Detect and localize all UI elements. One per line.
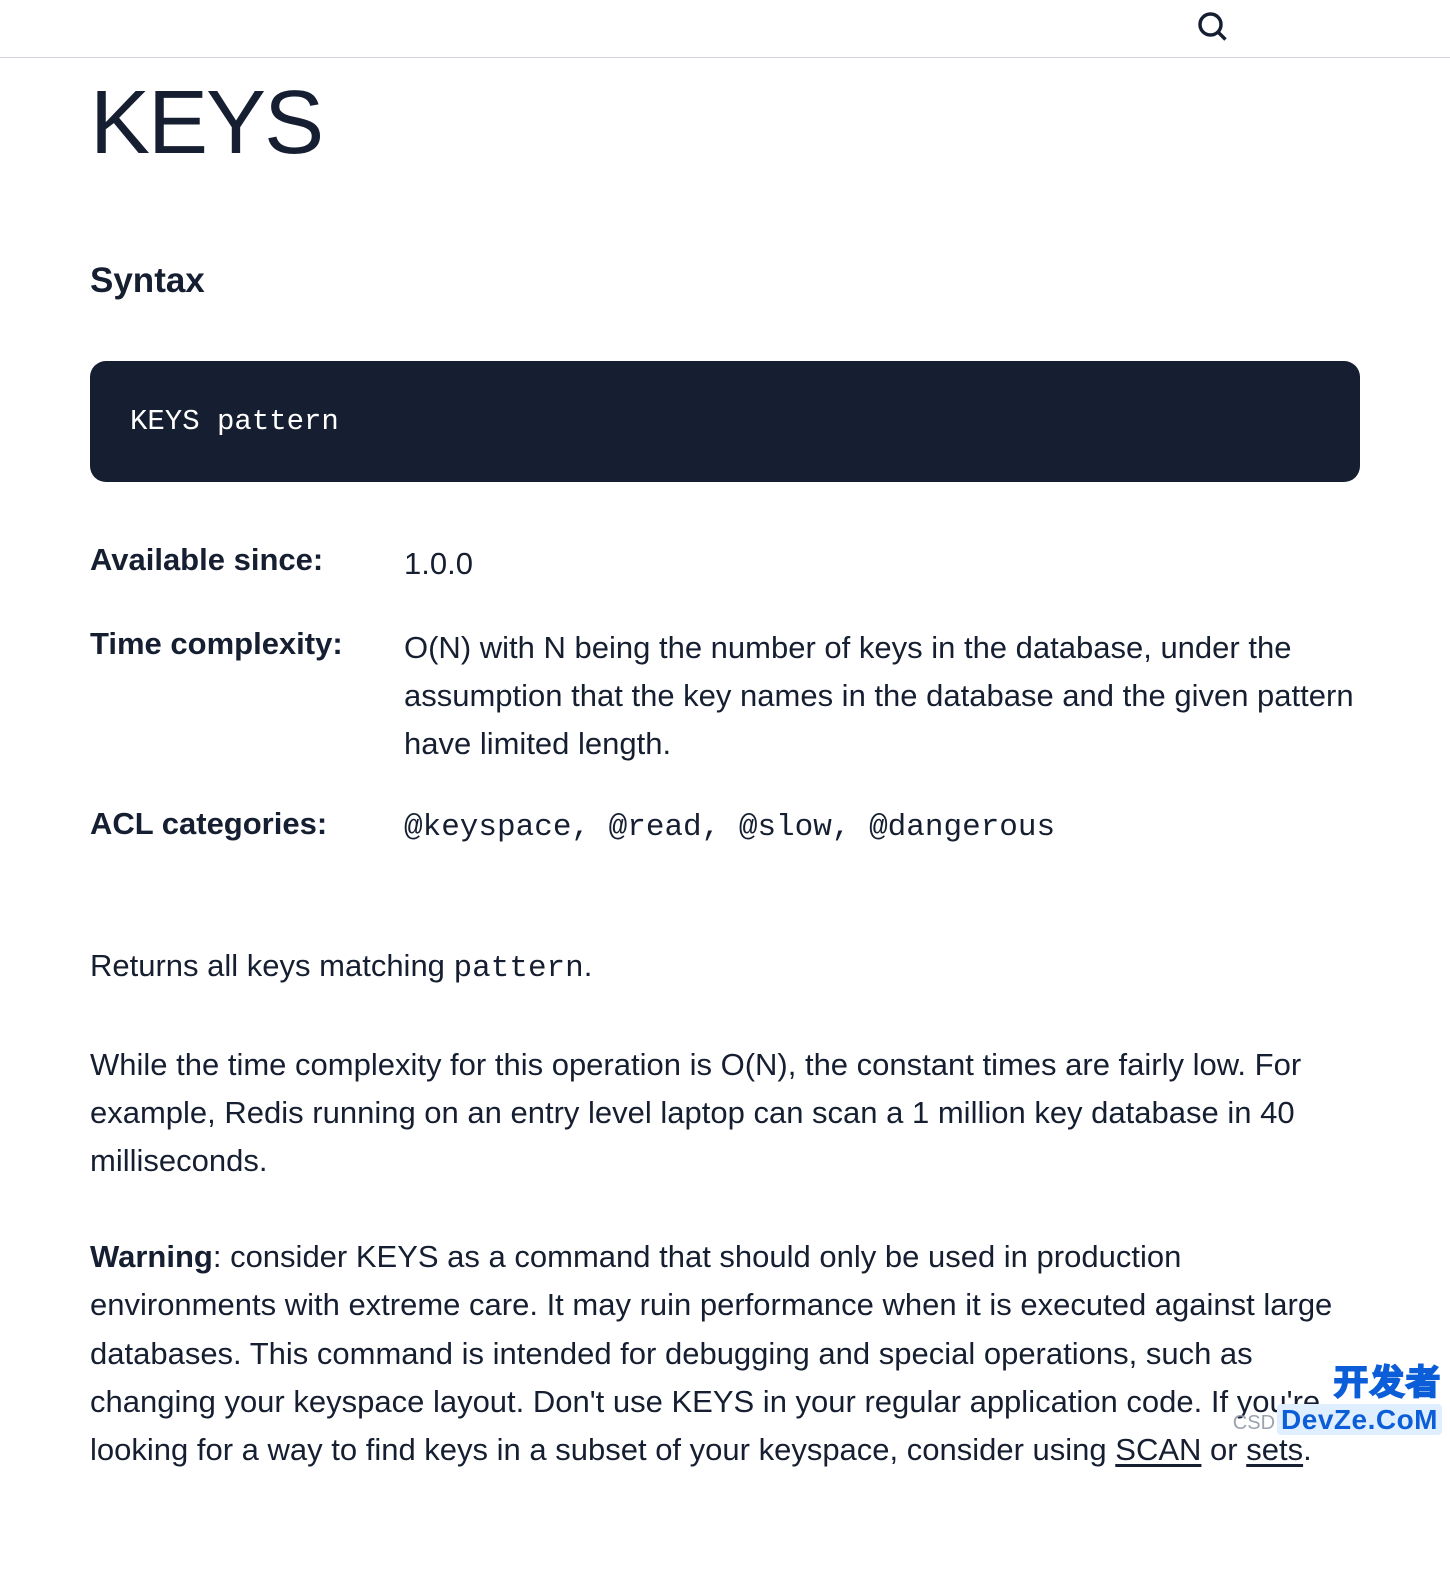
time-complexity-value: O(N) with N being the number of keys in … [404, 624, 1360, 768]
topbar [0, 0, 1450, 58]
p1-suffix: . [584, 948, 593, 983]
available-since-value: 1.0.0 [404, 540, 1360, 588]
p1-prefix: Returns all keys matching [90, 948, 454, 983]
page-title: KEYS [90, 72, 1360, 175]
sets-link[interactable]: sets [1246, 1432, 1303, 1467]
main-content: KEYS Syntax KEYS pattern Available since… [90, 72, 1360, 1582]
acl-value: @keyspace, @read, @slow, @dangerous [404, 804, 1360, 852]
syntax-heading: Syntax [90, 261, 1360, 301]
warning-end: . [1303, 1432, 1312, 1467]
scan-link[interactable]: SCAN [1115, 1432, 1201, 1467]
syntax-code: KEYS pattern [130, 405, 339, 438]
warning-label: Warning [90, 1239, 213, 1274]
acl-label: ACL categories: [90, 804, 404, 842]
syntax-code-block: KEYS pattern [90, 361, 1360, 482]
warning-mid: or [1201, 1432, 1246, 1467]
p1-code: pattern [454, 951, 584, 986]
body-text: Returns all keys matching pattern. While… [90, 942, 1360, 1473]
paragraph-warning: Warning: consider KEYS as a command that… [90, 1233, 1360, 1473]
available-since-label: Available since: [90, 540, 404, 578]
search-icon[interactable] [1194, 8, 1230, 49]
paragraph-returns: Returns all keys matching pattern. [90, 942, 1360, 993]
meta-row-acl: ACL categories: @keyspace, @read, @slow,… [90, 804, 1360, 852]
time-complexity-label: Time complexity: [90, 624, 404, 662]
meta-table: Available since: 1.0.0 Time complexity: … [90, 540, 1360, 852]
meta-row-time-complexity: Time complexity: O(N) with N being the n… [90, 624, 1360, 768]
meta-row-available-since: Available since: 1.0.0 [90, 540, 1360, 588]
paragraph-complexity: While the time complexity for this opera… [90, 1041, 1360, 1185]
